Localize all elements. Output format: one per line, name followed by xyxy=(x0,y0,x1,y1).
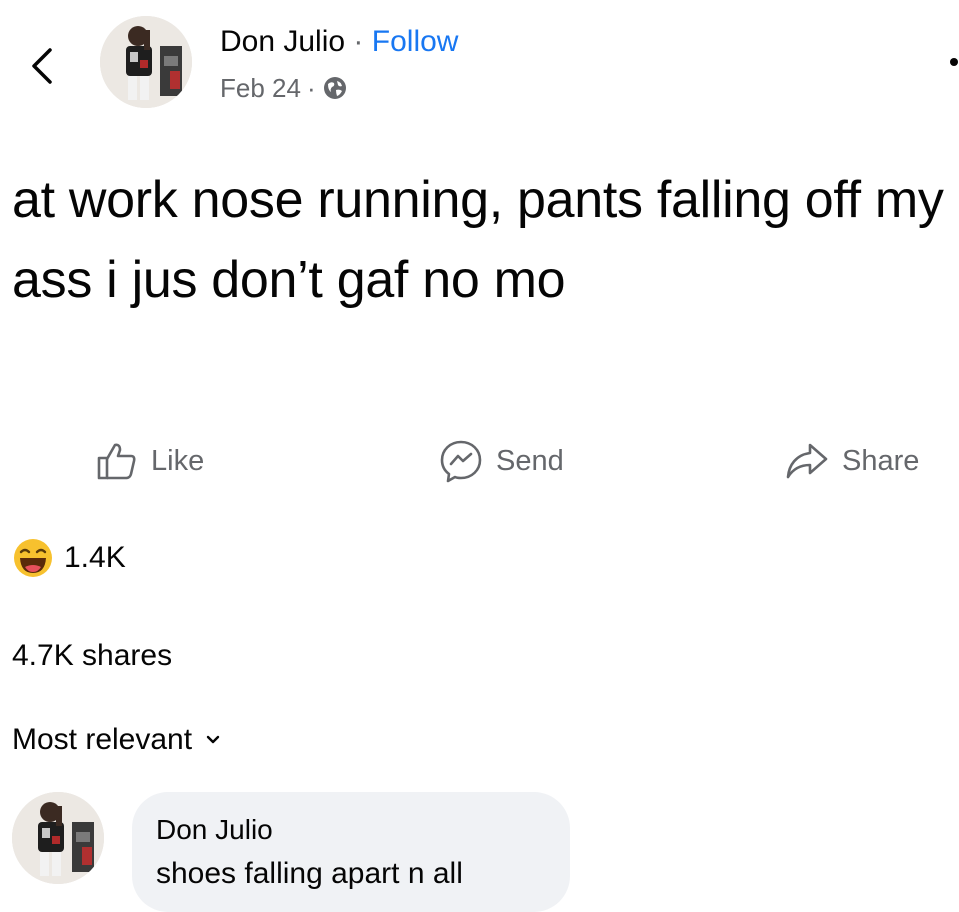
thumbs-up-icon xyxy=(97,443,136,480)
like-label: Like xyxy=(151,444,205,477)
globe-icon xyxy=(322,75,348,101)
chevron-down-icon xyxy=(206,735,220,744)
follow-button[interactable]: Follow xyxy=(372,25,459,58)
comment-author[interactable]: Don Julio xyxy=(156,812,273,848)
post-text: at work nose running, pants falling off … xyxy=(12,171,944,309)
meta-separator: · xyxy=(306,73,316,103)
share-arrow-icon xyxy=(786,443,828,479)
commenter-avatar[interactable] xyxy=(12,792,104,884)
send-label: Send xyxy=(496,444,564,477)
like-button[interactable]: Like xyxy=(95,436,204,486)
reaction-summary[interactable]: 1.4K xyxy=(12,536,126,580)
messenger-icon xyxy=(440,440,482,483)
post-date[interactable]: Feb 24 xyxy=(220,70,301,106)
send-button[interactable]: Send xyxy=(438,436,564,486)
reaction-count: 1.4K xyxy=(64,541,126,574)
author-line: Don Julio · Follow xyxy=(220,22,458,62)
more-options-icon[interactable] xyxy=(950,58,958,66)
avatar-photo xyxy=(100,16,192,108)
author-name[interactable]: Don Julio xyxy=(220,25,345,58)
haha-emoji-icon xyxy=(14,539,52,577)
separator-dot: · xyxy=(353,25,364,58)
back-button[interactable] xyxy=(22,38,62,94)
comment-text: shoes falling apart n all xyxy=(156,857,463,890)
comment-bubble[interactable] xyxy=(132,792,570,912)
share-label: Share xyxy=(842,444,920,477)
share-button[interactable]: Share xyxy=(784,436,919,486)
avatar-photo xyxy=(12,792,104,884)
post-meta: Feb 24 · xyxy=(220,70,348,106)
author-avatar[interactable] xyxy=(100,16,192,108)
chevron-left-icon xyxy=(32,48,52,84)
share-count[interactable]: 4.7K shares xyxy=(12,636,172,676)
sort-label: Most relevant xyxy=(12,723,193,756)
comment-sort-dropdown[interactable]: Most relevant xyxy=(12,720,220,760)
